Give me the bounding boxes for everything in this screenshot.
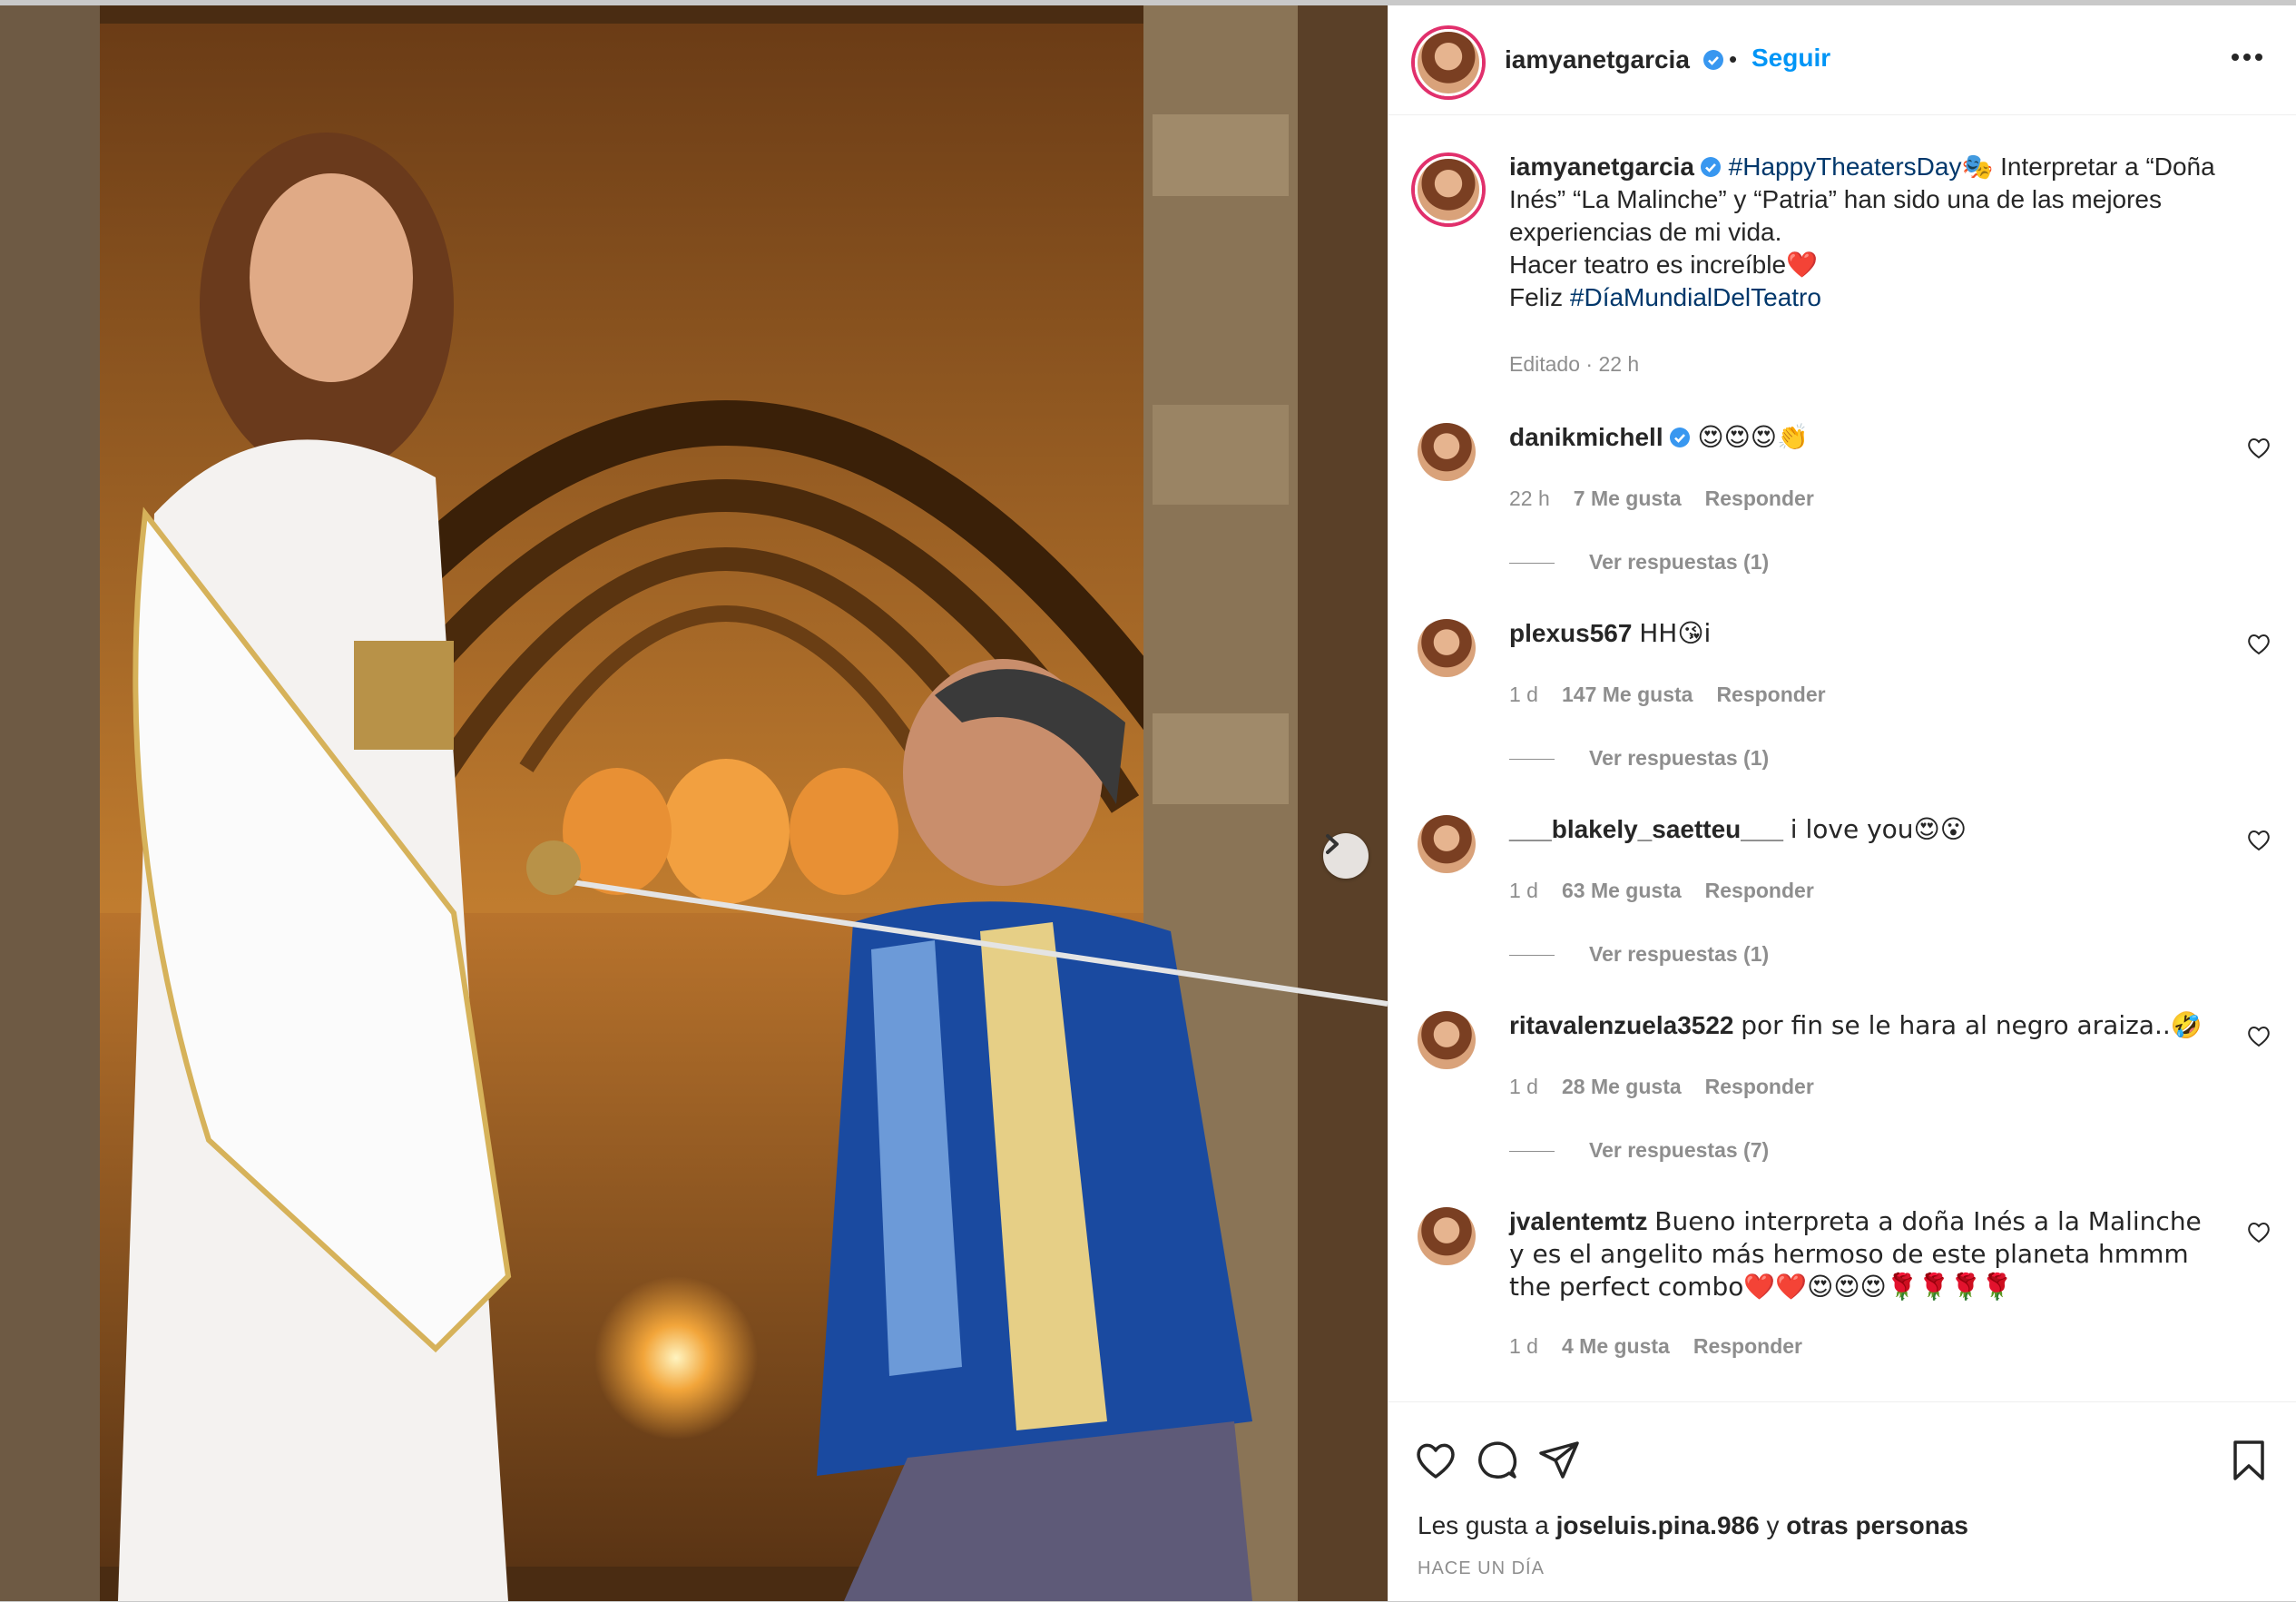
view-replies-button[interactable]: Ver respuestas (7) xyxy=(1509,1138,1769,1163)
post-timestamp[interactable]: HACE UN DÍA xyxy=(1418,1558,1545,1579)
heart-emoji: ❤️ xyxy=(1786,250,1818,280)
post-actions: Les gusta a joseluis.pina.986 y otras pe… xyxy=(1388,1401,2296,1602)
comment-meta: 1 d 28 Me gusta Responder xyxy=(1509,1075,1838,1099)
theater-emoji: 🎭 xyxy=(1961,152,1994,182)
caption-meta: Editado · 22 h xyxy=(1509,352,1640,376)
view-replies-label[interactable]: Ver respuestas (1) xyxy=(1589,550,1769,574)
comment-like-heart-icon[interactable] xyxy=(2247,634,2271,655)
comment-time: 22 h xyxy=(1509,486,1550,510)
next-image-button[interactable] xyxy=(1323,833,1369,879)
reply-button[interactable]: Responder xyxy=(1716,683,1825,706)
commenter-avatar[interactable] xyxy=(1418,815,1476,873)
commenter-avatar[interactable] xyxy=(1418,1207,1476,1265)
comment-likes[interactable]: 4 Me gusta xyxy=(1562,1334,1670,1358)
comment-like-heart-icon[interactable] xyxy=(2247,830,2271,851)
comment-time: 1 d xyxy=(1509,879,1538,902)
likes-prefix: Les gusta a xyxy=(1418,1511,1556,1539)
comment-text: plexus567 HH😘i xyxy=(1509,617,2217,650)
comment-time: 1 d xyxy=(1509,683,1538,706)
liker-username[interactable]: joseluis.pina.986 xyxy=(1556,1511,1760,1539)
follow-button[interactable]: Seguir xyxy=(1751,44,1830,73)
likes-summary: Les gusta a joseluis.pina.986 y otras pe… xyxy=(1418,1511,1968,1540)
comment-time: 1 d xyxy=(1509,1075,1538,1098)
author-username[interactable]: iamyanetgarcia xyxy=(1505,45,1724,74)
verified-badge-icon xyxy=(1700,157,1721,177)
reply-button[interactable]: Responder xyxy=(1693,1334,1802,1358)
comment-body: i love you😍😮 xyxy=(1790,814,1967,844)
comment-body: 😍😍😍👏 xyxy=(1697,422,1809,452)
comment-body: HH😘i xyxy=(1639,618,1712,648)
commenter-username[interactable]: jvalentemtz xyxy=(1509,1207,1648,1235)
view-replies-button[interactable]: Ver respuestas (1) xyxy=(1509,942,1769,967)
caption-author-avatar[interactable] xyxy=(1415,156,1482,223)
hashtag-link[interactable]: #HappyTheatersDay xyxy=(1729,152,1962,181)
reply-button[interactable]: Responder xyxy=(1705,879,1814,902)
caption-username[interactable]: iamyanetgarcia xyxy=(1509,152,1694,181)
author-avatar[interactable] xyxy=(1415,29,1482,96)
separator-dot: • xyxy=(1729,45,1738,73)
commenter-username[interactable]: ___blakely_saetteu___ xyxy=(1509,815,1783,843)
post-side-panel: iamyanetgarcia • Seguir iamyanetgarcia #… xyxy=(1388,5,2296,1601)
verified-badge-icon xyxy=(1669,428,1690,447)
comment-likes[interactable]: 7 Me gusta xyxy=(1574,486,1682,510)
chevron-right-icon xyxy=(1326,834,1339,854)
post-header: iamyanetgarcia • Seguir xyxy=(1388,5,2296,115)
post-photo-illustration xyxy=(0,5,1388,1601)
caption-text: iamyanetgarcia #HappyTheatersDay🎭 Interp… xyxy=(1509,151,2253,314)
comment-likes[interactable]: 63 Me gusta xyxy=(1562,879,1682,902)
view-replies-button[interactable]: Ver respuestas (1) xyxy=(1509,550,1769,575)
replies-divider xyxy=(1509,1151,1555,1153)
caption-line-2: Hacer teatro es increíble xyxy=(1509,251,1787,279)
comment-text: ___blakely_saetteu___ i love you😍😮 xyxy=(1509,813,2217,846)
comment-body: por fin se le hara al negro araiza..🤣 xyxy=(1741,1010,2203,1040)
comment-text: ritavalenzuela3522 por fin se le hara al… xyxy=(1509,1009,2217,1042)
view-replies-label[interactable]: Ver respuestas (7) xyxy=(1589,1138,1769,1162)
view-replies-label[interactable]: Ver respuestas (1) xyxy=(1589,746,1769,770)
comment-like-heart-icon[interactable] xyxy=(2247,1222,2271,1243)
bookmark-icon[interactable] xyxy=(2227,1439,2271,1482)
author-username-text[interactable]: iamyanetgarcia xyxy=(1505,45,1690,74)
comment-meta: 1 d 147 Me gusta Responder xyxy=(1509,683,1850,707)
hashtag-link[interactable]: #DíaMundialDelTeatro xyxy=(1570,283,1821,311)
comment-time: 1 d xyxy=(1509,1334,1538,1358)
comment-meta: 1 d 63 Me gusta Responder xyxy=(1509,879,1838,903)
verified-badge-icon xyxy=(1702,50,1723,70)
commenter-avatar[interactable] xyxy=(1418,1011,1476,1069)
comment-meta: 1 d 4 Me gusta Responder xyxy=(1509,1334,1826,1359)
reply-button[interactable]: Responder xyxy=(1705,486,1814,510)
commenter-username[interactable]: danikmichell xyxy=(1509,423,1663,451)
replies-divider xyxy=(1509,563,1555,565)
comment-icon[interactable] xyxy=(1476,1439,1519,1482)
reply-button[interactable]: Responder xyxy=(1705,1075,1814,1098)
comment-text: jvalentemtz Bueno interpreta a doña Inés… xyxy=(1509,1205,2217,1303)
comment-like-heart-icon[interactable] xyxy=(2247,437,2271,459)
comment-likes[interactable]: 147 Me gusta xyxy=(1562,683,1693,706)
share-icon[interactable] xyxy=(1537,1439,1581,1482)
post-image[interactable] xyxy=(0,5,1388,1601)
more-options-icon[interactable] xyxy=(2231,53,2263,62)
view-replies-button[interactable]: Ver respuestas (1) xyxy=(1509,746,1769,771)
replies-divider xyxy=(1509,955,1555,957)
view-replies-label[interactable]: Ver respuestas (1) xyxy=(1589,942,1769,966)
commenter-username[interactable]: ritavalenzuela3522 xyxy=(1509,1011,1734,1039)
likes-others-link[interactable]: otras personas xyxy=(1786,1511,1968,1539)
commenter-avatar[interactable] xyxy=(1418,423,1476,481)
comment-likes[interactable]: 28 Me gusta xyxy=(1562,1075,1682,1098)
comment-meta: 22 h 7 Me gusta Responder xyxy=(1509,486,1838,511)
commenter-username[interactable]: plexus567 xyxy=(1509,619,1632,647)
commenter-avatar[interactable] xyxy=(1418,619,1476,677)
replies-divider xyxy=(1509,759,1555,761)
comment-like-heart-icon[interactable] xyxy=(2247,1026,2271,1047)
likes-middle: y xyxy=(1759,1511,1787,1539)
comment-text: danikmichell 😍😍😍👏 xyxy=(1509,421,2217,454)
post-modal: iamyanetgarcia • Seguir iamyanetgarcia #… xyxy=(0,5,2296,1601)
heart-icon[interactable] xyxy=(1414,1439,1457,1482)
caption-line-3-prefix: Feliz xyxy=(1509,283,1570,311)
